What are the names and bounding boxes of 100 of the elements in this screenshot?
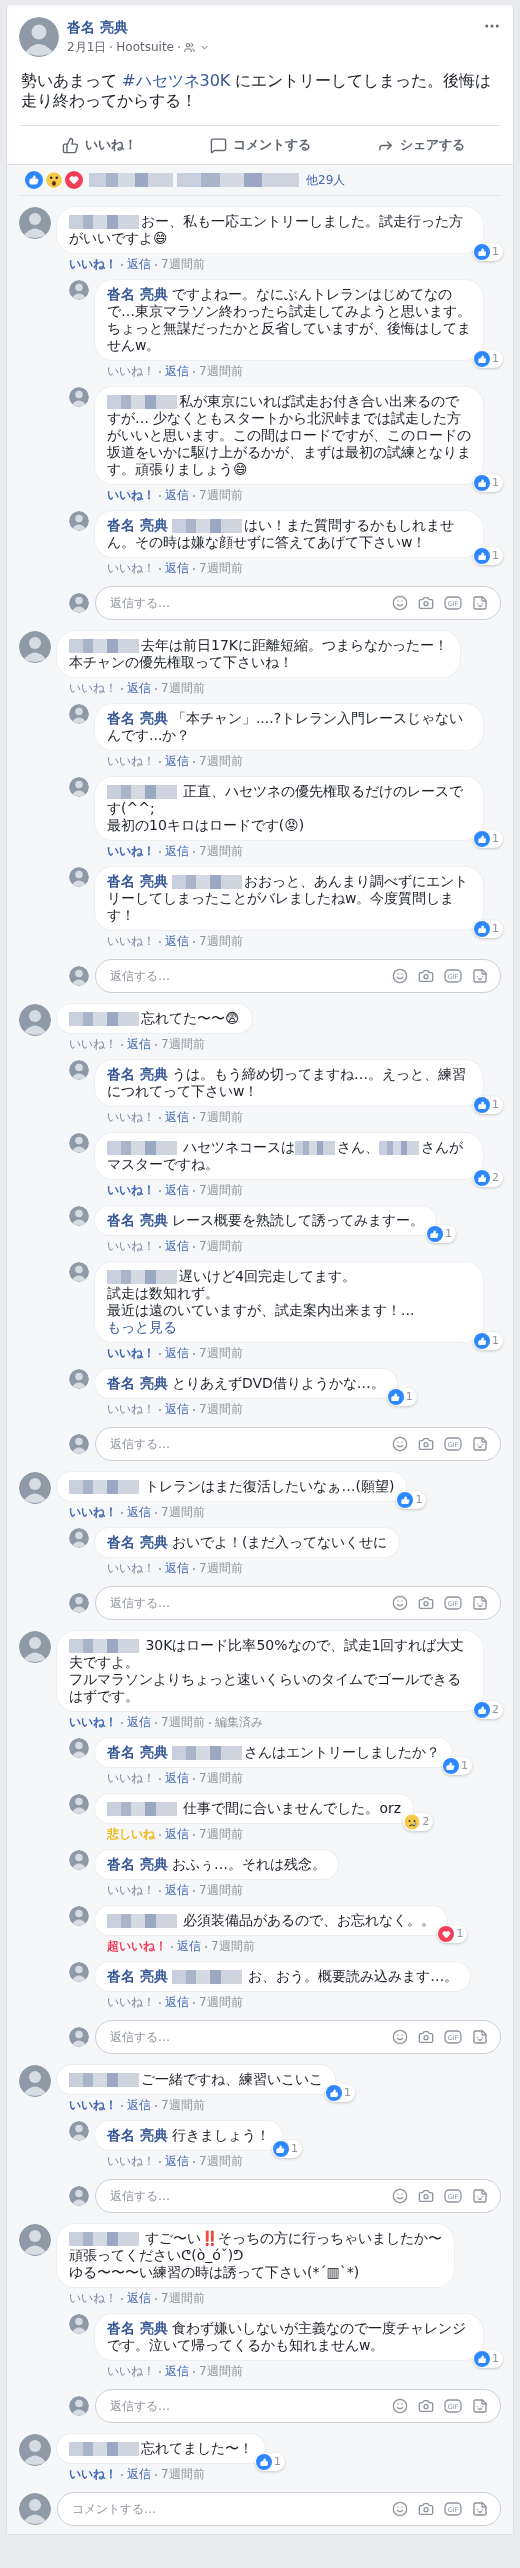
author-name[interactable]: 沓名 亮典 (107, 2320, 168, 2336)
reply-link[interactable]: 返信 (165, 1238, 189, 1255)
reply-link[interactable]: 返信 (165, 1345, 189, 1362)
reply-link[interactable]: 返信 (165, 1182, 189, 1199)
reply-link[interactable]: 返信 (165, 560, 189, 577)
camera-icon[interactable] (418, 595, 434, 611)
comment-time[interactable]: 7週間前 (199, 1345, 243, 1362)
like-link[interactable]: いいね！ (107, 1401, 155, 1418)
author-name[interactable]: 沓名 亮典 (107, 1212, 168, 1228)
reaction-badge[interactable]: 1 (473, 474, 503, 492)
reply-link[interactable]: 返信 (127, 256, 151, 273)
comment-button[interactable]: コメントする (179, 130, 341, 160)
comment-time[interactable]: 7週間前 (161, 1714, 205, 1731)
comment-time[interactable]: 7週間前 (161, 2290, 205, 2307)
camera-icon[interactable] (418, 968, 434, 984)
comment-time[interactable]: 7週間前 (199, 560, 243, 577)
like-link[interactable]: いいね！ (69, 2097, 117, 2114)
like-link[interactable]: いいね！ (107, 487, 155, 504)
like-link[interactable]: いいね！ (107, 753, 155, 770)
reply-link[interactable]: 返信 (127, 2290, 151, 2307)
others-link[interactable]: 他29人 (306, 171, 346, 189)
author-name[interactable]: 沓名 亮典 (107, 286, 168, 302)
reply-link[interactable]: 返信 (165, 2363, 189, 2380)
reply-link[interactable]: 返信 (165, 1882, 189, 1899)
reaction-badge[interactable]: 2 (403, 1813, 434, 1831)
reaction-badge[interactable]: 2 (473, 1701, 503, 1719)
emoji-icon[interactable] (392, 2398, 408, 2414)
reaction-badge[interactable]: 2 (473, 1169, 503, 1187)
reply-link[interactable]: 返信 (177, 1938, 201, 1955)
comment-time[interactable]: 7週間前 (161, 1504, 205, 1521)
reply-link[interactable]: 返信 (127, 1504, 151, 1521)
emoji-icon[interactable] (392, 1436, 408, 1452)
like-link[interactable]: いいね！ (107, 2153, 155, 2170)
camera-icon[interactable] (418, 2398, 434, 2414)
reaction-badge[interactable]: 1 (473, 1332, 503, 1350)
comment-time[interactable]: 7週間前 (199, 1182, 243, 1199)
comment-time[interactable]: 7週間前 (199, 843, 243, 860)
reply-link[interactable]: 返信 (165, 1109, 189, 1126)
emoji-icon[interactable] (392, 2188, 408, 2204)
reply-link[interactable]: 返信 (165, 1401, 189, 1418)
author-name[interactable]: 沓名 亮典 (107, 1066, 168, 1082)
like-link[interactable]: いいね！ (69, 256, 117, 273)
reply-link[interactable]: 返信 (165, 1770, 189, 1787)
hashtag-link[interactable]: #ハセツネ30K (122, 71, 231, 90)
like-link[interactable]: いいね！ (107, 1238, 155, 1255)
camera-icon[interactable] (418, 2501, 434, 2517)
emoji-icon[interactable] (392, 2029, 408, 2045)
reply-link[interactable]: 返信 (127, 2466, 151, 2483)
camera-icon[interactable] (418, 1436, 434, 1452)
comment-time[interactable]: 7週間前 (199, 753, 243, 770)
comment-time[interactable]: 7週間前 (199, 1826, 243, 1843)
reaction-badge[interactable]: 1 (437, 1925, 468, 1943)
reaction-badge[interactable]: 1 (473, 350, 503, 368)
sticker-icon[interactable] (472, 2398, 488, 2414)
reply-link[interactable]: 返信 (165, 363, 189, 380)
camera-icon[interactable] (418, 2029, 434, 2045)
reply-link[interactable]: 返信 (127, 1036, 151, 1053)
comment-time[interactable]: 7週間前 (199, 1401, 243, 1418)
sticker-icon[interactable] (472, 2188, 488, 2204)
comment-time[interactable]: 7週間前 (199, 1109, 243, 1126)
reaction-badge[interactable]: 1 (473, 243, 503, 261)
like-link[interactable]: いいね！ (69, 2290, 117, 2307)
reaction-badge[interactable]: 1 (441, 1757, 472, 1775)
reaction-badge[interactable]: 1 (473, 920, 503, 938)
comment-time[interactable]: 7週間前 (161, 680, 205, 697)
like-link[interactable]: いいね！ (107, 1882, 155, 1899)
like-link[interactable]: いいね！ (107, 1770, 155, 1787)
reply-link[interactable]: 返信 (127, 680, 151, 697)
sticker-icon[interactable] (472, 2029, 488, 2045)
sticker-icon[interactable] (472, 595, 488, 611)
like-link[interactable]: いいね！ (107, 1994, 155, 2011)
reply-link[interactable]: 返信 (165, 487, 189, 504)
like-link[interactable]: いいね！ (107, 1345, 155, 1362)
author-name[interactable]: 沓名 亮典 (107, 1744, 168, 1760)
comment-time[interactable]: 7週間前 (199, 1770, 243, 1787)
sticker-icon[interactable] (472, 1595, 488, 1611)
reaction-badge[interactable]: 1 (255, 2453, 285, 2471)
reply-link[interactable]: 返信 (165, 1994, 189, 2011)
like-link[interactable]: いいね！ (69, 1036, 117, 1053)
emoji-icon[interactable] (392, 968, 408, 984)
reply-link[interactable]: 返信 (127, 2097, 151, 2114)
post-date[interactable]: 2月1日 (67, 38, 107, 56)
comment-time[interactable]: 7週間前 (161, 256, 205, 273)
like-link[interactable]: いいね！ (107, 933, 155, 950)
reaction-badge[interactable]: 1 (425, 1225, 456, 1243)
reaction-badge[interactable]: 1 (473, 2350, 503, 2368)
comment-time[interactable]: 7週間前 (199, 363, 243, 380)
comment-time[interactable]: 7週間前 (199, 1994, 243, 2011)
like-link[interactable]: いいね！ (107, 1182, 155, 1199)
reply-link[interactable]: 返信 (165, 753, 189, 770)
camera-icon[interactable] (418, 2188, 434, 2204)
reply-link[interactable]: 返信 (165, 933, 189, 950)
author-name[interactable]: 沓名 亮典 (107, 1534, 168, 1550)
sticker-icon[interactable] (472, 1436, 488, 1452)
see-more-link[interactable]: もっと見る (107, 1319, 177, 1335)
author-name[interactable]: 沓名 亮典 (107, 1856, 168, 1872)
reply-link[interactable]: 返信 (165, 1826, 189, 1843)
comment-time[interactable]: 7週間前 (199, 487, 243, 504)
comment-time[interactable]: 7週間前 (199, 2363, 243, 2380)
reaction-badge[interactable]: 1 (473, 830, 503, 848)
